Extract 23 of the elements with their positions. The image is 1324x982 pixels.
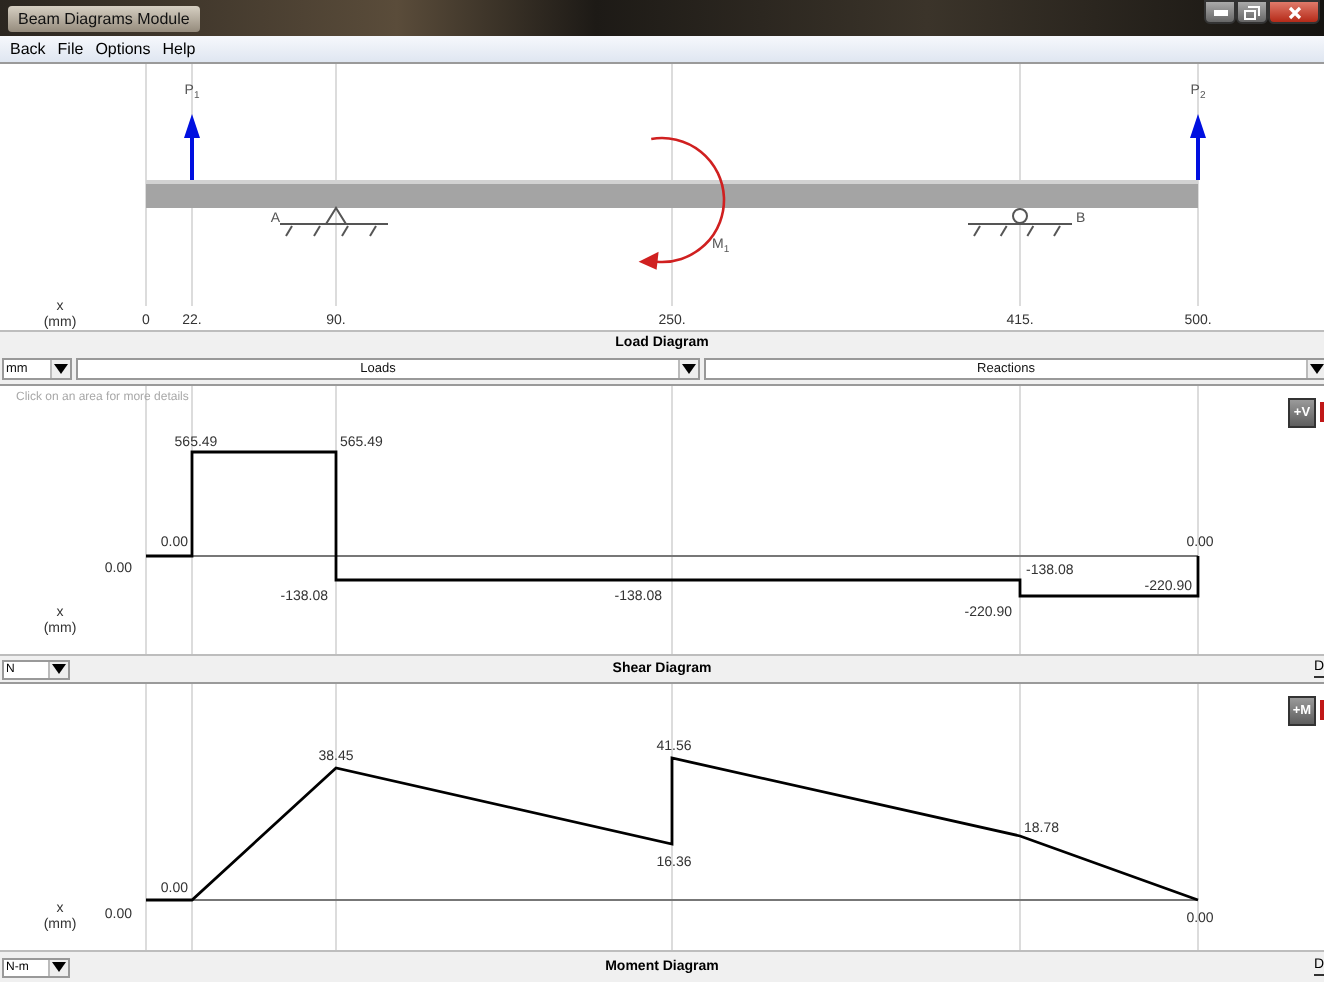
moment-arrow	[638, 136, 726, 270]
caret-icon	[52, 664, 66, 674]
marker-icon	[1320, 402, 1324, 422]
close-icon	[1287, 5, 1301, 19]
window-title: Beam Diagrams Module	[8, 5, 200, 31]
menu-item[interactable]: Options	[89, 40, 157, 58]
minimize-button[interactable]	[1204, 0, 1236, 24]
pin-support	[279, 206, 389, 237]
force-arrow	[1190, 114, 1206, 180]
menu-item[interactable]: Help	[156, 40, 202, 58]
marker-icon	[1320, 700, 1324, 720]
menu-item[interactable]: Back	[4, 40, 52, 58]
caret-icon	[1310, 364, 1324, 374]
menu-item[interactable]: File	[51, 40, 90, 58]
restore-icon	[1244, 5, 1260, 19]
force-arrow	[184, 114, 200, 180]
close-button[interactable]	[1268, 0, 1320, 24]
caret-icon	[682, 364, 696, 374]
roller-support	[967, 208, 1073, 237]
restore-button[interactable]	[1236, 0, 1268, 24]
caret-icon	[54, 364, 68, 374]
caret-icon	[52, 962, 66, 972]
minimize-icon	[1213, 9, 1227, 15]
